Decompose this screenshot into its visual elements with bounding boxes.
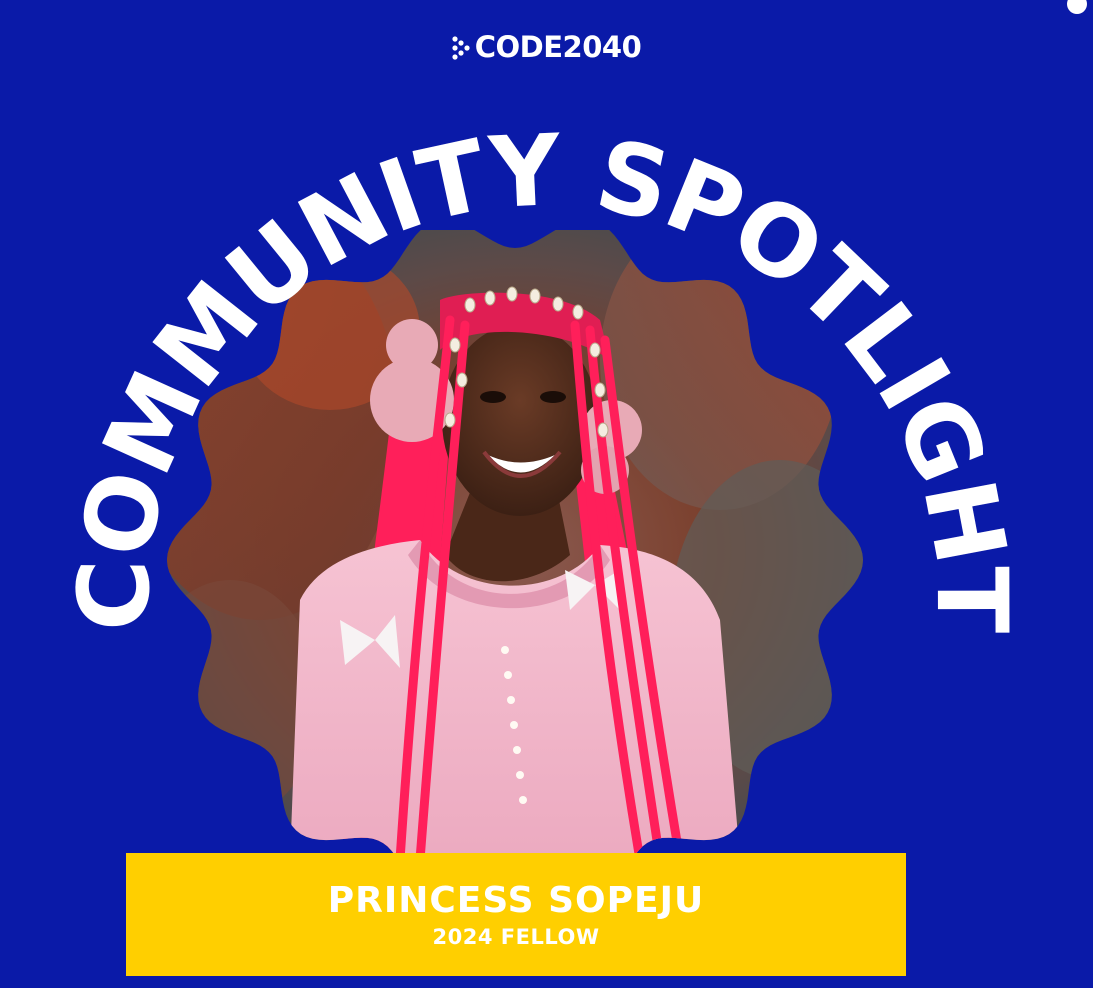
name-banner: PRINCESS SOPEJU 2024 FELLOW (126, 853, 906, 976)
fellow-role: 2024 FELLOW (432, 925, 600, 949)
spotlight-artwork: COMMUNITY SPOTLIGHT (58, 114, 1030, 870)
spotlight-graphic: CODE2040 COMMUNITY SPOTLIGHT PRINCESS SO… (0, 0, 1093, 988)
fellow-name: PRINCESS SOPEJU (327, 880, 705, 921)
